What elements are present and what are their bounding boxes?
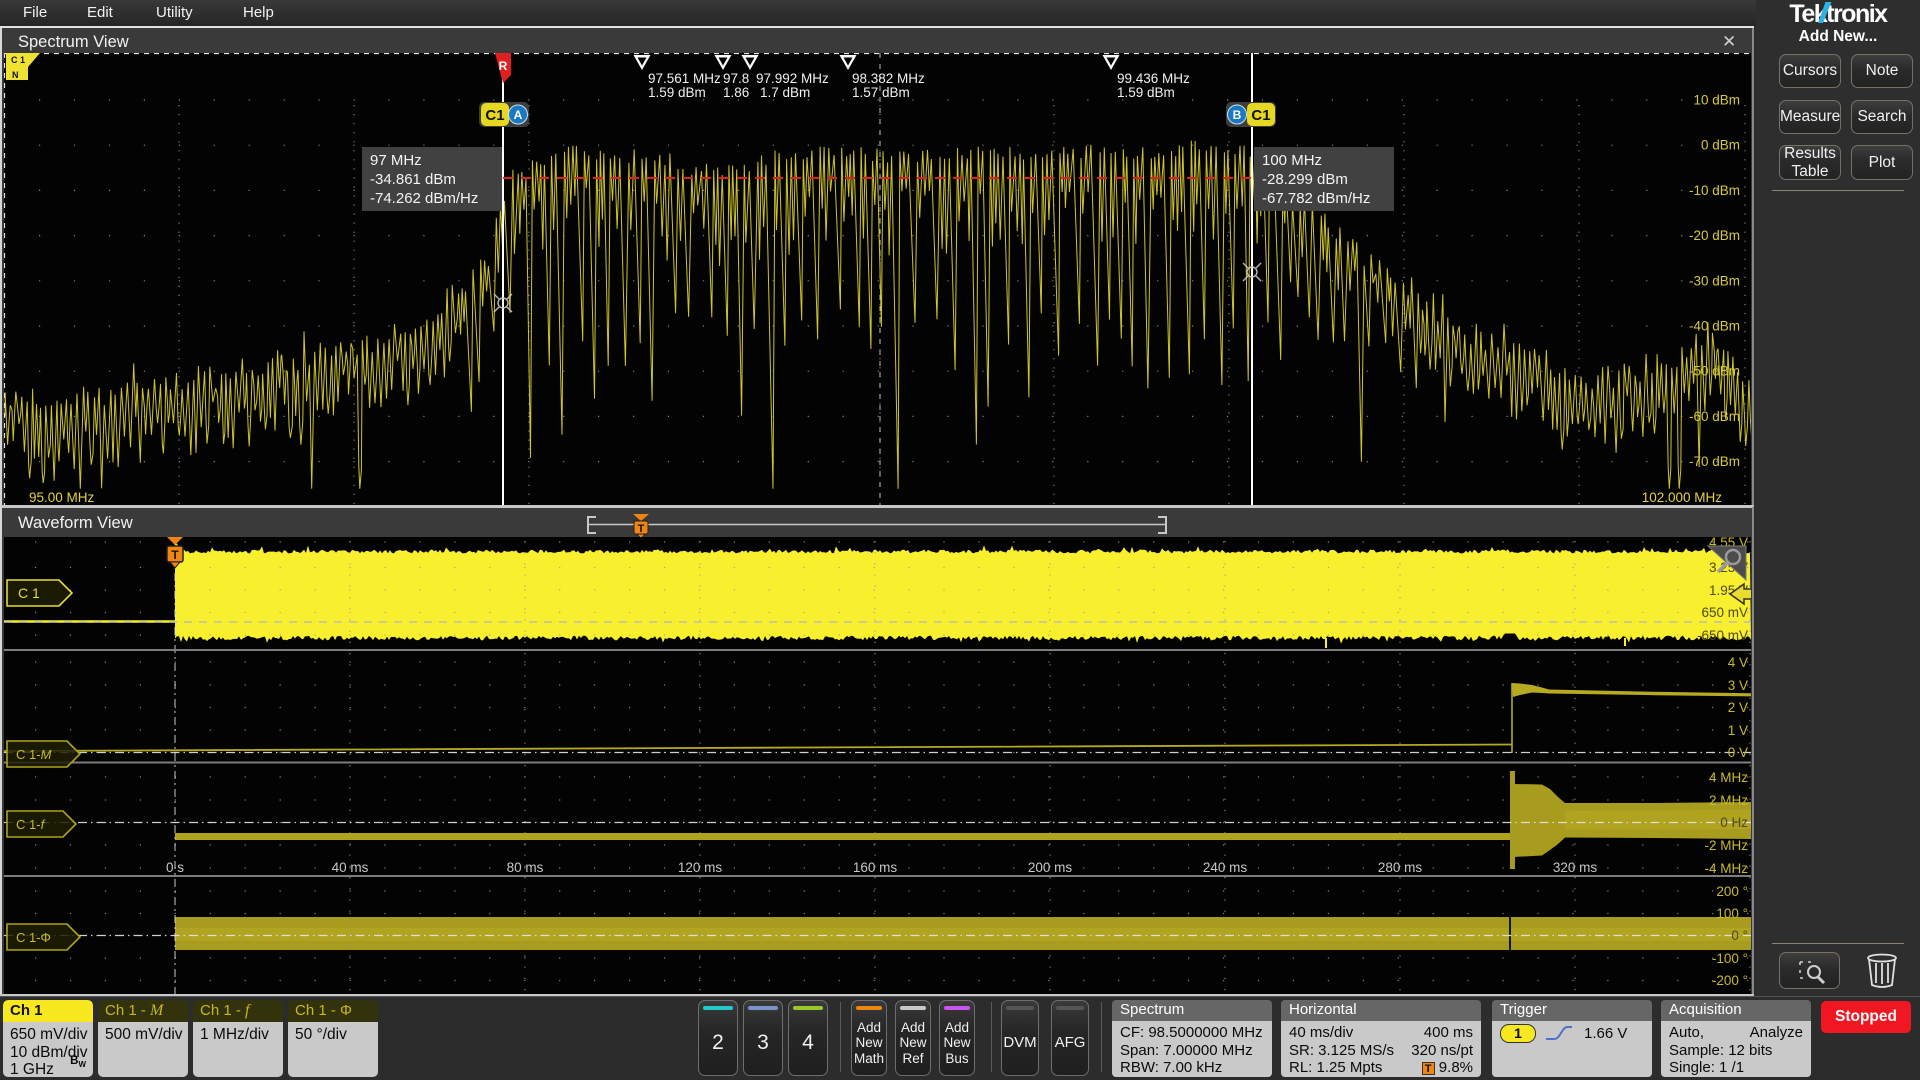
- svg-text:R: R: [499, 59, 508, 73]
- svg-text:0 dBm: 0 dBm: [1701, 138, 1740, 153]
- svg-text:102.000 MHz: 102.000 MHz: [1642, 490, 1723, 505]
- svg-text:-50 dBm: -50 dBm: [1689, 364, 1740, 379]
- svg-text:-40 dBm: -40 dBm: [1689, 319, 1740, 334]
- svg-text:Tektronix: Tektronix: [1789, 0, 1888, 28]
- svg-text:10 dBm: 10 dBm: [1693, 93, 1740, 108]
- svg-text:280 ms: 280 ms: [1378, 860, 1423, 875]
- svg-text:-100 °: -100 °: [1712, 951, 1748, 966]
- svg-text:80 ms: 80 ms: [507, 860, 544, 875]
- svg-text:1 V: 1 V: [1728, 723, 1748, 738]
- svg-text:-20 dBm: -20 dBm: [1689, 228, 1740, 243]
- svg-text:97 MHz: 97 MHz: [370, 152, 422, 169]
- svg-text:-34.861 dBm: -34.861 dBm: [370, 171, 456, 188]
- svg-text:240 ms: 240 ms: [1203, 860, 1248, 875]
- svg-text:200 °: 200 °: [1716, 884, 1748, 899]
- svg-text:95.00 MHz: 95.00 MHz: [29, 490, 95, 505]
- svg-text:3 V: 3 V: [1728, 678, 1748, 693]
- svg-text:40 ms: 40 ms: [332, 860, 369, 875]
- svg-text:-67.782 dBm/Hz: -67.782 dBm/Hz: [1262, 190, 1370, 207]
- svg-text:1.86: 1.86: [723, 85, 749, 100]
- svg-text:0 Hz: 0 Hz: [1720, 815, 1748, 830]
- svg-text:200 ms: 200 ms: [1028, 860, 1073, 875]
- svg-text:B: B: [1233, 108, 1242, 122]
- svg-text:4 V: 4 V: [1728, 655, 1748, 670]
- svg-text:0 V: 0 V: [1728, 745, 1748, 760]
- svg-text:100 °: 100 °: [1716, 906, 1748, 921]
- svg-text:-2 MHz: -2 MHz: [1705, 838, 1749, 853]
- svg-text:0 °: 0 °: [1731, 928, 1748, 943]
- svg-text:97.992 MHz: 97.992 MHz: [756, 71, 829, 86]
- svg-text:C 1-M: C 1-M: [16, 747, 52, 762]
- svg-text:-74.262 dBm/Hz: -74.262 dBm/Hz: [370, 190, 478, 207]
- svg-text:2 MHz: 2 MHz: [1709, 793, 1748, 808]
- svg-text:-4 MHz: -4 MHz: [1705, 861, 1749, 876]
- svg-text:-28.299 dBm: -28.299 dBm: [1262, 171, 1348, 188]
- svg-text:98.382 MHz: 98.382 MHz: [852, 71, 925, 86]
- svg-text:C1: C1: [1251, 107, 1270, 124]
- svg-text:2 V: 2 V: [1728, 700, 1748, 715]
- svg-text:C 1: C 1: [18, 585, 40, 601]
- svg-text:1.59 dBm: 1.59 dBm: [1117, 85, 1175, 100]
- svg-text:97.561 MHz: 97.561 MHz: [648, 71, 721, 86]
- svg-text:C 1: C 1: [11, 55, 25, 65]
- svg-text:C1: C1: [485, 107, 504, 124]
- svg-text:-650 mV: -650 mV: [1697, 628, 1748, 643]
- svg-text:A: A: [514, 108, 523, 122]
- svg-text:-10 dBm: -10 dBm: [1689, 183, 1740, 198]
- svg-text:99.436 MHz: 99.436 MHz: [1117, 71, 1190, 86]
- svg-text:650 mV: 650 mV: [1701, 605, 1748, 620]
- svg-text:-60 dBm: -60 dBm: [1689, 409, 1740, 424]
- svg-text:1.59 dBm: 1.59 dBm: [648, 85, 706, 100]
- svg-text:-70 dBm: -70 dBm: [1689, 454, 1740, 469]
- svg-text:100 MHz: 100 MHz: [1262, 152, 1322, 169]
- svg-text:T: T: [171, 548, 179, 562]
- svg-text:0 s: 0 s: [166, 860, 184, 875]
- svg-text:C 1-Φ: C 1-Φ: [16, 930, 51, 945]
- svg-text:120 ms: 120 ms: [678, 860, 723, 875]
- svg-text:320 ms: 320 ms: [1553, 860, 1598, 875]
- svg-text:C 1-f: C 1-f: [16, 817, 46, 832]
- svg-text:-30 dBm: -30 dBm: [1689, 273, 1740, 288]
- svg-text:160 ms: 160 ms: [853, 860, 898, 875]
- svg-text:4 MHz: 4 MHz: [1709, 770, 1748, 785]
- svg-text:T: T: [638, 523, 645, 535]
- svg-text:97.8: 97.8: [723, 71, 749, 86]
- svg-text:1.57 dBm: 1.57 dBm: [852, 85, 910, 100]
- svg-text:N: N: [12, 70, 19, 80]
- svg-text:1.7 dBm: 1.7 dBm: [760, 85, 810, 100]
- svg-text:-200 °: -200 °: [1712, 973, 1748, 988]
